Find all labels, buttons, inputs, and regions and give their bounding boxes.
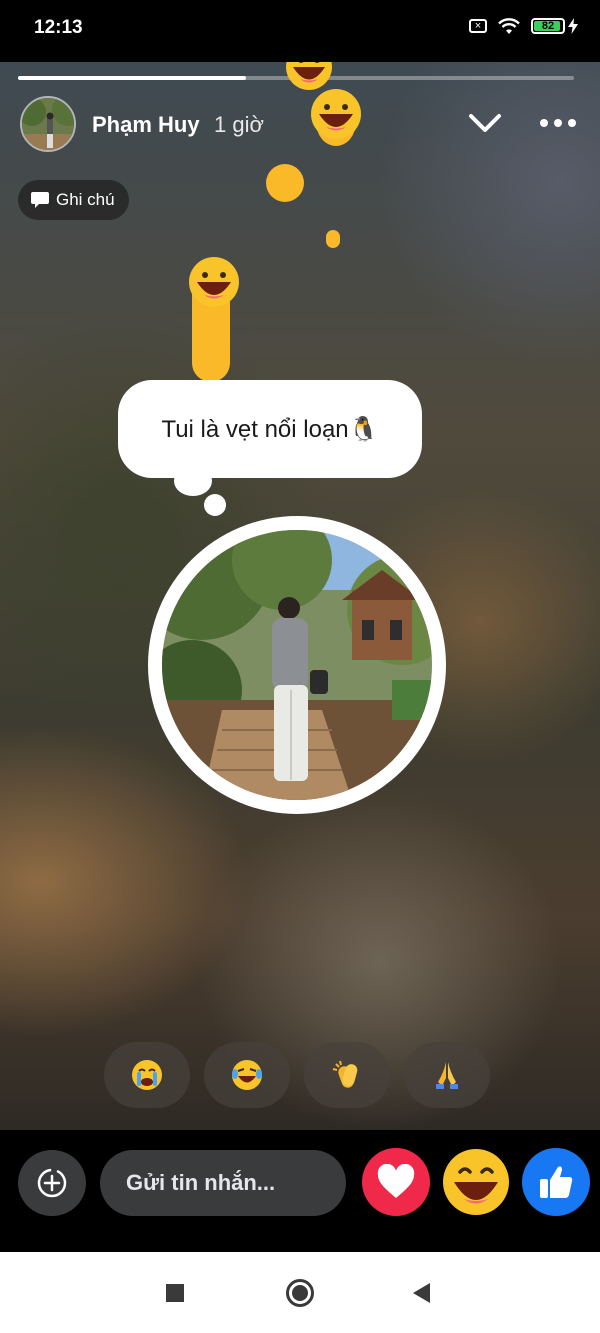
quick-reaction-praying[interactable] — [404, 1042, 490, 1108]
back-button[interactable] — [404, 1276, 438, 1310]
laughing-tears-icon — [232, 1060, 262, 1090]
thumbs-up-icon — [540, 1166, 573, 1198]
post-time: 1 giờ — [214, 112, 264, 137]
floating-yellow-dot — [326, 230, 340, 248]
praying-hands-icon — [436, 1062, 458, 1089]
wifi-icon — [498, 18, 520, 34]
sim-x-icon: × — [469, 19, 487, 33]
story-viewer[interactable]: Phạm Huy 1 giờ Ghi chú Tui là vẹt nổi lo… — [0, 62, 600, 1130]
author-avatar[interactable] — [20, 96, 76, 152]
battery-icon: 82 — [531, 18, 578, 34]
back-triangle-icon — [413, 1283, 430, 1303]
bubble-tail-small — [204, 494, 226, 516]
quick-reaction-laughing[interactable] — [204, 1042, 290, 1108]
profile-photo — [162, 530, 432, 800]
heart-icon — [377, 1164, 415, 1198]
speech-bubble-icon — [31, 192, 49, 208]
floating-haha-emoji — [188, 256, 240, 389]
clapping-hands-icon — [332, 1060, 358, 1088]
note-chip-label: Ghi chú — [56, 190, 115, 209]
battery-level: 82 — [541, 20, 555, 32]
add-circle-icon — [37, 1168, 67, 1198]
author-name[interactable]: Phạm Huy — [92, 112, 200, 138]
note-chip[interactable]: Ghi chú — [18, 180, 129, 220]
bubble-tail-large — [174, 466, 212, 496]
status-icons: × 82 — [469, 17, 578, 35]
quick-reaction-clapping[interactable] — [304, 1042, 390, 1108]
status-time: 12:13 — [34, 17, 83, 38]
system-nav-bar — [0, 1252, 600, 1333]
more-options-button[interactable] — [536, 106, 580, 142]
floating-haha-emoji — [310, 88, 362, 151]
more-dots-icon — [540, 119, 576, 127]
heart-reaction-button[interactable] — [362, 1148, 430, 1216]
add-button[interactable] — [18, 1150, 86, 1216]
crying-face-icon — [132, 1060, 162, 1090]
quick-reaction-crying[interactable] — [104, 1042, 190, 1108]
chevron-down-button[interactable] — [464, 106, 506, 142]
note-bubble: Tui là vẹt nổi loạn🐧 — [118, 380, 422, 478]
charging-bolt-icon — [568, 18, 578, 34]
message-input[interactable] — [100, 1150, 346, 1216]
chevron-down-icon — [469, 114, 501, 132]
floating-yellow-dot — [266, 164, 304, 202]
message-bar — [0, 1130, 600, 1252]
note-text: Tui là vẹt nổi loạn🐧 — [161, 415, 379, 443]
recents-square-icon — [166, 1284, 184, 1302]
home-button[interactable] — [283, 1276, 317, 1310]
status-bar: 12:13 × 82 — [0, 0, 600, 62]
recents-button[interactable] — [158, 1276, 192, 1310]
home-circle-icon — [286, 1279, 314, 1307]
story-progress-fill — [18, 76, 246, 80]
like-reaction-button[interactable] — [522, 1148, 590, 1216]
haha-reaction-button[interactable] — [442, 1148, 510, 1216]
haha-emoji-icon — [443, 1149, 509, 1215]
